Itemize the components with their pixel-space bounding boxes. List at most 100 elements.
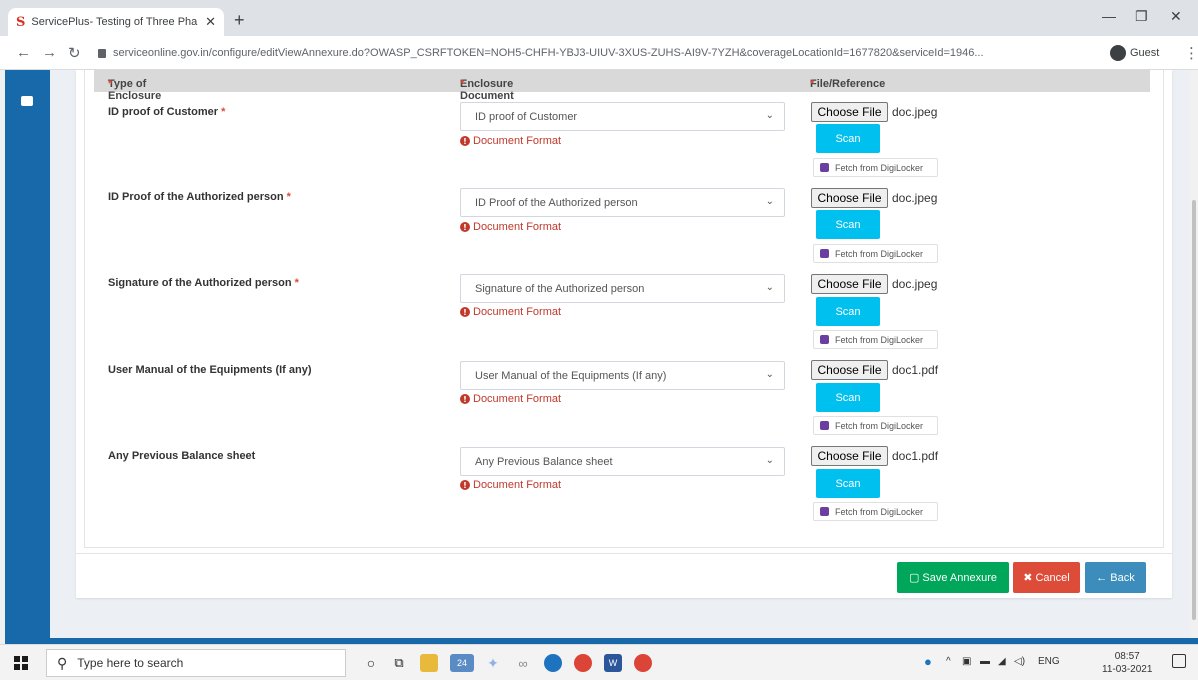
search-icon: ⚲ <box>57 654 68 671</box>
scan-button[interactable]: Scan <box>816 124 880 153</box>
profile-label: Guest <box>1130 47 1160 59</box>
document-format-link[interactable]: ! Document Format <box>460 221 561 233</box>
choose-file-button[interactable]: Choose File <box>811 274 888 294</box>
window-close-icon[interactable]: ✕ <box>1170 8 1182 25</box>
document-format-link[interactable]: ! Document Format <box>460 306 561 318</box>
scan-button[interactable]: Scan <box>816 469 880 498</box>
file-explorer-icon[interactable] <box>420 654 438 672</box>
reload-icon[interactable]: ↻ <box>68 44 81 62</box>
left-sidebar <box>5 70 50 638</box>
task-view-icon[interactable]: ⧉ <box>390 654 408 672</box>
back-arrow-icon: ← <box>1096 571 1108 584</box>
minimize-icon[interactable]: — <box>1102 8 1116 24</box>
onedrive-icon[interactable]: ∞ <box>514 654 532 672</box>
lock-icon <box>98 48 106 58</box>
page-scrollbar[interactable] <box>1190 70 1198 638</box>
back-button[interactable]: ← Back <box>1085 562 1146 593</box>
info-icon: ! <box>460 136 470 146</box>
enclosure-table-frame <box>84 70 1164 548</box>
fetch-digilocker-button[interactable]: Fetch from DigiLocker <box>813 244 938 263</box>
taskbar-search-box[interactable]: ⚲ Type here to search <box>46 649 346 677</box>
file-input: Choose File doc.jpeg <box>811 102 937 122</box>
dropbox-icon[interactable]: ✦ <box>484 654 502 672</box>
scan-button[interactable]: Scan <box>816 297 880 326</box>
enclosure-table-header: Type of Enclosure * Enclosure Document *… <box>94 70 1150 102</box>
network-icon[interactable]: ◢ <box>998 656 1006 667</box>
file-name: doc.jpeg <box>892 191 938 205</box>
browser-tab[interactable]: S ServicePlus- Testing of Three Pha ✕ <box>8 8 224 36</box>
file-input: Choose File doc1.pdf <box>811 446 938 466</box>
fetch-digilocker-button[interactable]: Fetch from DigiLocker <box>813 158 938 177</box>
digilocker-icon <box>820 507 829 516</box>
clock-time: 08:57 <box>1114 651 1140 662</box>
tab-close-icon[interactable]: ✕ <box>205 14 216 30</box>
tray-app-icon[interactable]: ▣ <box>962 656 971 667</box>
word-icon[interactable]: W <box>604 654 622 672</box>
choose-file-button[interactable]: Choose File <box>811 446 888 466</box>
windows-start-icon[interactable] <box>14 656 28 670</box>
digilocker-icon <box>820 249 829 258</box>
fetch-digilocker-button[interactable]: Fetch from DigiLocker <box>813 502 938 521</box>
chevron-down-icon: ⌄ <box>765 455 774 466</box>
cancel-button[interactable]: ✖ Cancel <box>1013 562 1080 593</box>
file-input: Choose File doc1.pdf <box>811 360 938 380</box>
profile-avatar-icon <box>1110 45 1126 61</box>
help-icon[interactable]: ● <box>924 654 932 669</box>
language-indicator[interactable]: ENG <box>1038 656 1060 667</box>
document-format-link[interactable]: ! Document Format <box>460 479 561 491</box>
fetch-digilocker-button[interactable]: Fetch from DigiLocker <box>813 330 938 349</box>
enclosure-document-select[interactable]: Signature of the Authorized person ⌄ <box>460 274 785 303</box>
chrome-icon[interactable] <box>574 654 592 672</box>
document-format-link[interactable]: ! Document Format <box>460 135 561 147</box>
cancel-icon: ✖ <box>1023 572 1033 584</box>
info-icon: ! <box>460 307 470 317</box>
taskbar-clock[interactable]: 08:57 11-03-2021 <box>1102 650 1152 676</box>
file-name: doc1.pdf <box>892 363 939 377</box>
fetch-digilocker-button[interactable]: Fetch from DigiLocker <box>813 416 938 435</box>
enclosure-type-label: Any Previous Balance sheet <box>108 450 256 462</box>
chevron-down-icon: ⌄ <box>765 196 774 207</box>
new-tab-icon[interactable]: + <box>234 10 245 31</box>
mail-icon[interactable]: 24 <box>450 654 474 672</box>
forward-arrow-icon[interactable]: → <box>42 44 57 61</box>
browser-tab-strip: S ServicePlus- Testing of Three Pha ✕ + … <box>0 0 1198 36</box>
enclosure-type-label: User Manual of the Equipments (If any) <box>108 364 312 376</box>
document-format-link[interactable]: ! Document Format <box>460 393 561 405</box>
tray-chevron-icon[interactable]: ^ <box>946 656 951 667</box>
sidebar-toggle-icon[interactable] <box>21 96 33 106</box>
address-bar[interactable]: serviceonline.gov.in/configure/editViewA… <box>98 41 1068 65</box>
enclosure-document-select[interactable]: ID Proof of the Authorized person ⌄ <box>460 188 785 217</box>
battery-icon[interactable]: ▬ <box>980 656 990 667</box>
volume-icon[interactable]: ◁) <box>1014 656 1025 667</box>
scan-button[interactable]: Scan <box>816 210 880 239</box>
scrollbar-thumb[interactable] <box>1192 200 1196 620</box>
back-arrow-icon[interactable]: ← <box>16 44 31 61</box>
browser-menu-icon[interactable]: ⋮ <box>1184 44 1198 62</box>
info-icon: ! <box>460 222 470 232</box>
chevron-down-icon: ⌄ <box>765 369 774 380</box>
choose-file-button[interactable]: Choose File <box>811 188 888 208</box>
edge-icon[interactable] <box>544 654 562 672</box>
digilocker-icon <box>820 421 829 430</box>
save-annexure-button[interactable]: ▢ Save Annexure <box>897 562 1009 593</box>
save-icon: ▢ <box>908 572 920 584</box>
info-icon: ! <box>460 480 470 490</box>
digilocker-icon <box>820 163 829 172</box>
choose-file-button[interactable]: Choose File <box>811 360 888 380</box>
profile-button[interactable]: Guest <box>1110 45 1159 61</box>
serviceplus-favicon-icon: S <box>16 14 26 30</box>
chevron-down-icon: ⌄ <box>765 110 774 121</box>
enclosure-document-select[interactable]: ID proof of Customer ⌄ <box>460 102 785 131</box>
enclosure-document-select[interactable]: User Manual of the Equipments (If any) ⌄ <box>460 361 785 390</box>
enclosure-type-label: ID Proof of the Authorized person * <box>108 191 291 203</box>
scan-button[interactable]: Scan <box>816 383 880 412</box>
cortana-icon[interactable]: ○ <box>362 654 380 672</box>
notifications-icon[interactable] <box>1172 654 1186 668</box>
mail-badge: 24 <box>456 658 467 668</box>
enclosure-document-select[interactable]: Any Previous Balance sheet ⌄ <box>460 447 785 476</box>
chevron-down-icon: ⌄ <box>765 282 774 293</box>
restore-icon[interactable]: ❐ <box>1135 8 1148 25</box>
browser-toolbar: ← → ↻ serviceonline.gov.in/configure/edi… <box>0 36 1198 70</box>
chrome-active-icon[interactable] <box>634 654 652 672</box>
choose-file-button[interactable]: Choose File <box>811 102 888 122</box>
